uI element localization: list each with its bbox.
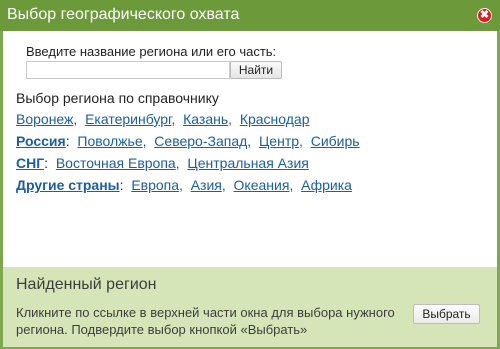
region-link[interactable]: Африка — [301, 177, 352, 193]
group-separator: : — [65, 133, 78, 149]
region-row: Россия: Поволжье, Северо-Запад, Центр, С… — [16, 133, 360, 150]
region-group-link[interactable]: СНГ — [16, 155, 44, 171]
region-link[interactable]: Сибирь — [311, 133, 360, 149]
dialog-title: Выбор географического охвата — [7, 6, 240, 23]
region-group-link[interactable]: Россия — [16, 133, 66, 149]
region-row: СНГ: Восточная Европа, Центральная Азия — [16, 155, 309, 172]
search-button[interactable]: Найти — [230, 61, 282, 79]
region-link[interactable]: Воронеж — [16, 111, 73, 127]
region-link[interactable]: Европа — [131, 177, 179, 193]
link-separator: , — [171, 111, 184, 127]
region-link[interactable]: Центральная Азия — [187, 155, 308, 171]
region-link[interactable]: Центр — [259, 133, 299, 149]
link-separator: , — [179, 177, 191, 193]
region-group-link[interactable]: Другие страны — [16, 177, 120, 193]
found-region-panel: Найденный регион Кликните по ссылке в ве… — [3, 267, 497, 347]
select-button[interactable]: Выбрать — [413, 304, 480, 324]
region-link[interactable]: Азия — [191, 177, 222, 193]
region-link[interactable]: Казань — [183, 111, 228, 127]
region-link[interactable]: Северо-Запад — [154, 133, 247, 149]
link-separator: , — [228, 111, 240, 127]
region-search-input[interactable] — [26, 61, 230, 79]
region-link[interactable]: Восточная Европа — [56, 155, 176, 171]
found-region-title: Найденный регион — [16, 276, 157, 293]
search-label: Введите название региона или его часть: — [26, 44, 277, 59]
region-link[interactable]: Краснодар — [240, 111, 310, 127]
group-separator: : — [119, 177, 132, 193]
region-link[interactable]: Екатеринбург — [85, 111, 171, 127]
geo-selection-dialog: Выбор географического охвата ✖ Введите н… — [0, 0, 500, 349]
close-icon[interactable]: ✖ — [477, 8, 492, 23]
directory-heading: Выбор региона по справочнику — [16, 90, 219, 106]
link-separator: , — [221, 177, 234, 193]
region-row: Другие страны: Европа, Азия, Океания, Аф… — [16, 177, 352, 194]
found-region-instructions: Кликните по ссылке в верхней части окна … — [16, 305, 395, 337]
region-link[interactable]: Поволжье — [77, 133, 142, 149]
link-separator: , — [175, 155, 188, 171]
link-separator: , — [299, 133, 311, 149]
region-row: Воронеж, Екатеринбург, Казань, Краснодар — [16, 111, 310, 128]
link-separator: , — [247, 133, 259, 149]
dialog-titlebar: Выбор географического охвата ✖ — [0, 0, 500, 31]
region-link[interactable]: Океания — [234, 177, 290, 193]
link-separator: , — [142, 133, 155, 149]
link-separator: , — [289, 177, 302, 193]
group-separator: : — [44, 155, 56, 171]
link-separator: , — [73, 111, 86, 127]
